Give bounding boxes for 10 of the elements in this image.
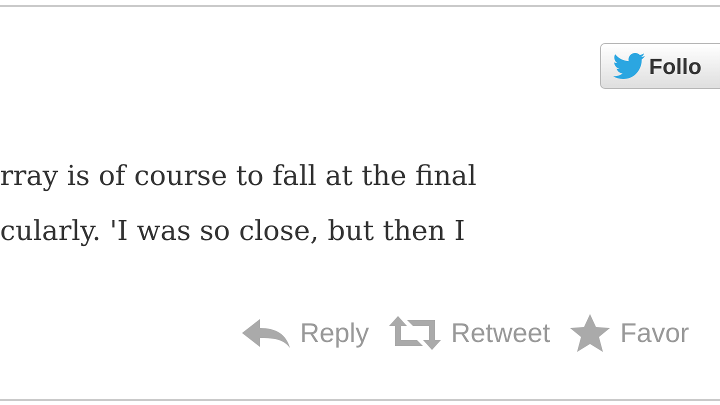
bird-icon [613, 53, 645, 79]
tweet-text-line: cularly. 'I was so close, but then I [0, 214, 466, 249]
reply-link[interactable]: Reply [242, 313, 370, 354]
tweet-text-line: rray is of course to fall at the final [0, 159, 478, 194]
star-icon [570, 314, 610, 352]
favorite-link[interactable]: Favor [570, 313, 690, 354]
retweet-link[interactable]: Retweet [389, 313, 550, 354]
retweet-icon [389, 316, 442, 350]
reply-arrow-icon [242, 317, 290, 350]
follow-button[interactable]: Follo [600, 43, 720, 89]
